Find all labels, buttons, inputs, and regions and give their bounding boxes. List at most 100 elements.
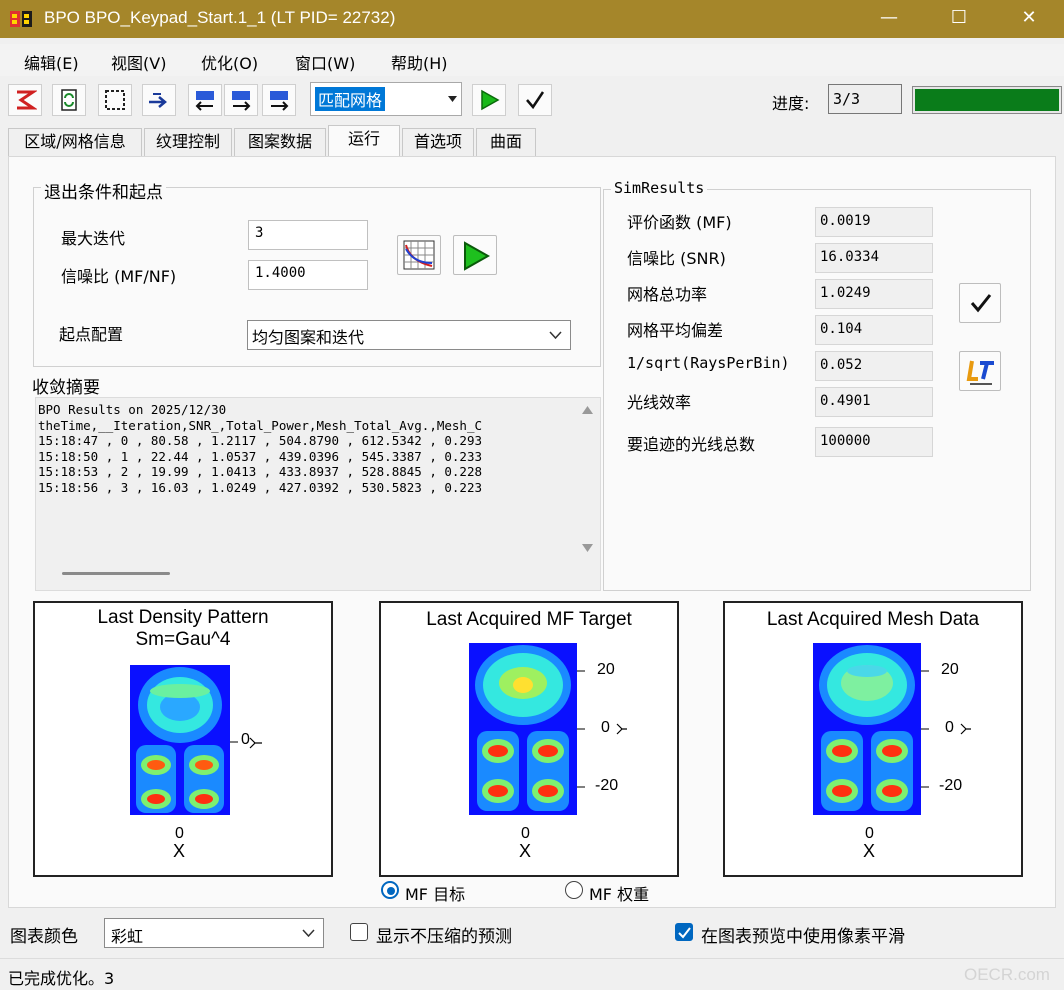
tab-region-mesh[interactable]: 区域/网格信息 [8,128,142,156]
arrow-right-icon [149,93,167,108]
x-axis-label: X [519,841,532,861]
app-icon [10,11,32,27]
max-iter-label: 最大迭代 [61,229,126,248]
scroll-up-icon[interactable] [582,406,593,414]
lighttools-button[interactable] [959,351,1001,391]
mode-combo-value: 匹配网格 [315,87,386,111]
uncompressed-checkbox[interactable] [350,923,368,941]
lighttools-icon [966,360,994,385]
pixel-smoothing-checkbox[interactable] [675,923,693,941]
menu-bar: 编辑(E) 视图(V) 优化(O) 窗口(W) 帮助(H) [0,44,1064,76]
mf-target-heatmap [469,643,577,815]
chart-color-select[interactable]: 彩虹 [104,918,324,948]
chevron-down-icon [549,331,562,339]
tab-pattern-data[interactable]: 图案数据 [234,128,326,156]
check-button[interactable] [518,84,552,116]
convergence-text: BPO Results on 2025/12/30 theTime,__Iter… [38,402,483,495]
y-tick-label: -20 [595,777,619,794]
snr-input[interactable]: 1.4000 [248,260,368,290]
title-bar: BPO BPO_Keypad_Start.1_1 (LT PID= 22732)… [0,0,1064,38]
x-axis-label: X [173,841,186,861]
plot-title: Last Density Pattern [97,607,269,628]
window-title: BPO BPO_Keypad_Start.1_1 (LT PID= 22732) [44,8,396,27]
start-config-select[interactable]: 均匀图案和迭代 [247,320,571,350]
check-icon [526,91,545,110]
arrow-right-button[interactable] [142,84,176,116]
snr-result-value: 16.0334 [815,243,933,273]
convergence-chart-button[interactable] [397,235,441,275]
refresh-button[interactable] [52,84,86,116]
stop-icon [17,90,37,110]
menu-edit[interactable]: 编辑(E) [24,50,79,74]
snr-label: 信噪比 (MF/NF) [61,267,177,286]
dropdown-arrow-icon [448,96,457,102]
x-axis-label: X [863,841,876,861]
mesh-left-icon [195,91,214,111]
start-config-label: 起点配置 [59,325,124,344]
progress-bar [912,86,1062,114]
mesh-avg-deviation-label: 网格平均偏差 [627,321,724,340]
y-tick-label: 0 [945,719,954,736]
minimize-button[interactable]: — [854,0,924,38]
mesh-total-power-label: 网格总功率 [627,285,708,304]
snr-result-label: 信噪比 (SNR) [627,249,726,268]
accept-button[interactable] [959,283,1001,323]
run-icon [481,89,500,111]
menu-window[interactable]: 窗口(W) [295,50,355,74]
mf-weight-radio[interactable] [565,881,583,899]
tab-texture-control[interactable]: 纹理控制 [144,128,232,156]
mesh-right-icon [232,91,251,111]
checkmark-icon [970,294,992,313]
mf-label: 评价函数 (MF) [627,213,732,232]
pixel-smoothing-label: 在图表预览中使用像素平滑 [701,927,905,947]
menu-optimize[interactable]: 优化(O) [201,50,258,74]
status-text: 已完成优化。3 [8,969,115,988]
mf-target-radio[interactable] [381,881,399,899]
scroll-down-icon[interactable] [582,544,593,552]
y-tick-label: -20 [939,777,963,794]
status-bar: 已完成优化。3 OECR.com [0,958,1064,990]
mf-value: 0.0019 [815,207,933,237]
progress-label: 进度: [772,94,810,113]
horizontal-scrollbar[interactable] [62,572,170,575]
refresh-icon [61,89,77,111]
tab-surface[interactable]: 曲面 [476,128,536,156]
start-optimization-button[interactable] [453,235,497,275]
mesh-data-heatmap [813,643,921,815]
uncompressed-label: 显示不压缩的预测 [376,927,512,947]
max-iter-input[interactable]: 3 [248,220,368,250]
density-pattern-plot: Last Density Pattern Sm=Gau^4 0 0 X [33,601,333,877]
progress-bar-fill [915,89,1059,111]
y-axis [230,737,262,749]
mesh-fill-icon [270,91,289,111]
mf-target-plot: Last Acquired MF Target 20 0 -20 0 X [379,601,679,877]
chart-color-value: 彩虹 [111,927,144,946]
tab-preferences[interactable]: 首选项 [402,128,474,156]
select-region-button[interactable] [98,84,132,116]
run-button[interactable] [472,84,506,116]
total-rays-label: 要追迹的光线总数 [627,435,756,454]
mesh-left-button[interactable] [188,84,222,116]
menu-help[interactable]: 帮助(H) [391,50,448,74]
play-icon [464,241,490,271]
mesh-fill-button[interactable] [262,84,296,116]
run-panel: 退出条件和起点 最大迭代 3 信噪比 (MF/NF) 1.4000 起点配置 均… [8,156,1056,908]
stop-button[interactable] [8,84,42,116]
y-tick-label: 0 [601,719,610,736]
exit-conditions-title: 退出条件和起点 [41,178,166,203]
mesh-right-button[interactable] [224,84,258,116]
mesh-data-plot: Last Acquired Mesh Data 20 0 -20 0 X [723,601,1023,877]
tab-run[interactable]: 运行 [328,125,400,157]
maximize-button[interactable]: ☐ [924,0,994,38]
toolbar: 匹配网格 进度: 3/3 [0,78,1064,122]
chart-grid-icon [403,240,435,270]
menu-view[interactable]: 视图(V) [111,50,166,74]
progress-value: 3/3 [828,84,902,114]
close-button[interactable]: ✕ [994,0,1064,38]
y-tick-label: 20 [597,661,615,678]
mesh-total-power-value: 1.0249 [815,279,933,309]
mode-combo[interactable]: 匹配网格 [310,82,462,116]
checkmark-icon [678,927,691,939]
convergence-log[interactable]: BPO Results on 2025/12/30 theTime,__Iter… [35,397,601,591]
start-config-value: 均匀图案和迭代 [252,328,365,347]
